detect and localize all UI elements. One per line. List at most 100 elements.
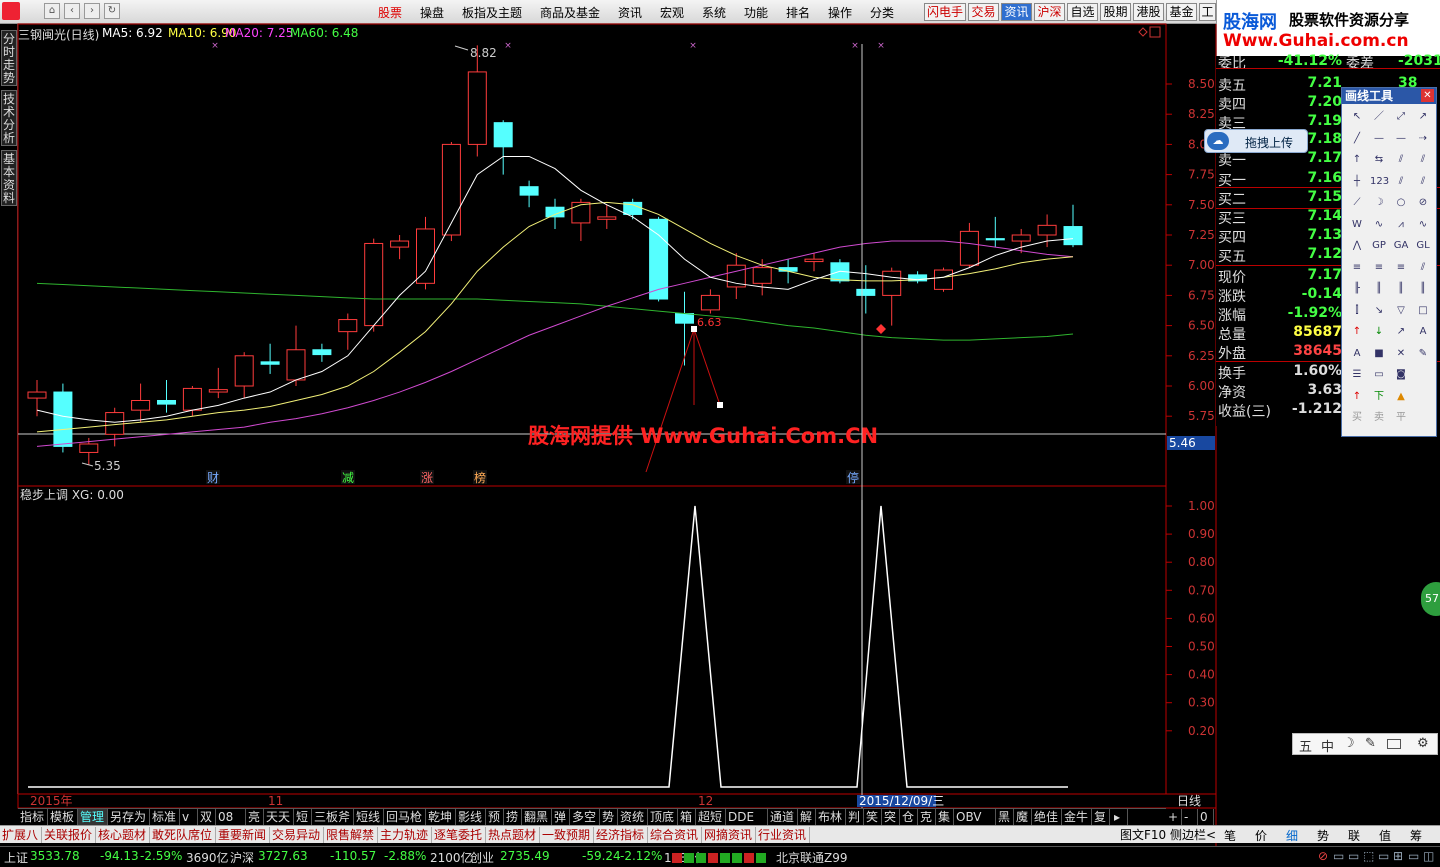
tray-icon[interactable]: ⊘ (1318, 849, 1328, 863)
quote-tab[interactable]: 势 (1317, 827, 1329, 844)
draw-tool-icon[interactable]: GP (1370, 237, 1388, 255)
pane-restore-icon[interactable] (1149, 26, 1161, 38)
quote-tab[interactable]: 细 (1286, 827, 1298, 844)
draw-tool-icon[interactable]: ║ (1392, 280, 1410, 298)
indicator-tab[interactable]: v (180, 809, 198, 825)
indicator-tab[interactable]: 魔 (1014, 809, 1032, 825)
indicator-tab[interactable]: 预 (486, 809, 504, 825)
draw-tool-icon[interactable]: A (1414, 323, 1432, 341)
indicator-tab[interactable]: 捞 (504, 809, 522, 825)
tray-icon[interactable]: ▭ (1408, 849, 1419, 863)
indicator-tab[interactable]: DDE (726, 809, 768, 825)
indicator-tab[interactable]: 顶底 (648, 809, 678, 825)
draw-tool-icon[interactable]: ■ (1370, 345, 1388, 363)
indicator-tab[interactable]: 金牛 (1062, 809, 1092, 825)
draw-tool-icon[interactable]: GL (1414, 237, 1432, 255)
draw-tool-icon[interactable]: ✎ (1414, 345, 1432, 363)
info-tab[interactable]: 重要新闻 (216, 827, 270, 843)
draw-tool-icon[interactable]: ↑ (1348, 151, 1366, 169)
tray-icon[interactable]: ⊞ (1393, 849, 1403, 863)
draw-tool-icon[interactable]: ↖ (1348, 108, 1366, 126)
info-tab[interactable]: 扩展八 (0, 827, 42, 843)
trade-signal-icon[interactable]: ▲ (1392, 388, 1410, 406)
indicator-tab[interactable]: 势 (600, 809, 618, 825)
indicator-tab[interactable]: 三板斧 (312, 809, 354, 825)
draw-tool-icon[interactable]: ↘ (1370, 302, 1388, 320)
indicator-tab[interactable]: 通道 (768, 809, 798, 825)
draw-tool-icon[interactable]: ⫽ (1414, 259, 1432, 277)
info-tab[interactable]: 逐笔委托 (432, 827, 486, 843)
indicator-tab[interactable]: 模板 (48, 809, 78, 825)
draw-tool-icon[interactable]: ╱ (1348, 130, 1366, 148)
draw-tool-icon[interactable]: ≡ (1348, 259, 1366, 277)
draw-tool-icon[interactable]: — (1370, 130, 1388, 148)
indicator-tab[interactable]: OBV (954, 809, 996, 825)
draw-tool-icon[interactable]: ⫿ (1348, 302, 1366, 320)
draw-tool-icon[interactable]: ↗ (1392, 323, 1410, 341)
draw-tool-icon[interactable]: ∿ (1370, 216, 1388, 234)
indicator-tab[interactable]: 仓 (900, 809, 918, 825)
draw-tool-icon[interactable]: ║ (1370, 280, 1388, 298)
draw-tool-icon[interactable]: ☽ (1370, 194, 1388, 212)
draw-tool-icon[interactable]: ✕ (1392, 345, 1410, 363)
f10-toggle[interactable]: 图文F10 (1118, 827, 1168, 843)
draw-tool-icon[interactable]: ◙ (1392, 366, 1410, 384)
draw-tool-icon[interactable]: ╟ (1348, 280, 1366, 298)
indicator-tab[interactable]: 短线 (354, 809, 384, 825)
indicator-tab[interactable]: 解 (798, 809, 816, 825)
indicator-tab[interactable]: 集 (936, 809, 954, 825)
indicator-tab[interactable]: 黑 (996, 809, 1014, 825)
indicator-tab[interactable]: 天天 (264, 809, 294, 825)
trade-tool[interactable]: 买 (1348, 409, 1366, 427)
info-tab[interactable]: 热点题材 (486, 827, 540, 843)
indicator-tab[interactable]: 箱 (678, 809, 696, 825)
draw-tool-icon[interactable]: ⫽ (1414, 151, 1432, 169)
trade-tool[interactable]: 平 (1392, 409, 1410, 427)
draw-tool-icon[interactable]: ⇢ (1414, 130, 1432, 148)
indicator-tab[interactable]: 判 (846, 809, 864, 825)
indicator-tab[interactable]: 突 (882, 809, 900, 825)
indicator-tab[interactable]: 指标 (18, 809, 48, 825)
indicator-tab[interactable]: 弹 (552, 809, 570, 825)
indicator-tab[interactable]: 亮 (246, 809, 264, 825)
indicator-tab[interactable]: 影线 (456, 809, 486, 825)
info-tab[interactable]: 经济指标 (594, 827, 648, 843)
info-tab[interactable]: 一致预期 (540, 827, 594, 843)
draw-tool-icon[interactable]: ┼ (1348, 173, 1366, 191)
info-tab[interactable]: 关联报价 (42, 827, 96, 843)
info-tab[interactable]: 网摘资讯 (702, 827, 756, 843)
draw-tool-icon[interactable]: ☰ (1348, 366, 1366, 384)
indicator-tab[interactable]: 双 (198, 809, 216, 825)
draw-tool-icon[interactable]: ⋀ (1348, 237, 1366, 255)
draw-tool-icon[interactable]: ／ (1370, 108, 1388, 126)
draw-tool-icon[interactable]: ║ (1414, 280, 1432, 298)
info-tab[interactable]: 主力轨迹 (378, 827, 432, 843)
indicator-tab[interactable]: 资统 (618, 809, 648, 825)
indicator-tab[interactable]: 超短 (696, 809, 726, 825)
draw-tool-icon[interactable]: A (1348, 345, 1366, 363)
float-chip-item[interactable]: ✎ (1365, 736, 1376, 751)
quote-tab[interactable]: 笔 (1224, 827, 1236, 844)
tabs-scroll-right-icon[interactable]: ▸ (1112, 809, 1128, 825)
close-icon[interactable]: ✕ (1421, 89, 1434, 102)
indicator-tab[interactable]: 短 (294, 809, 312, 825)
draw-tool-icon[interactable]: ⫽ (1392, 173, 1410, 191)
quote-tab[interactable]: 筹 (1410, 827, 1422, 844)
float-chip-item[interactable]: 五 (1299, 736, 1312, 755)
indicator-tab[interactable]: 绝佳 (1032, 809, 1062, 825)
pane-diamond-icon[interactable] (1138, 27, 1148, 37)
draw-tool-icon[interactable]: ⇆ (1370, 151, 1388, 169)
draw-tool-icon[interactable]: ↓ (1370, 323, 1388, 341)
draw-tool-icon[interactable]: — (1392, 130, 1410, 148)
draw-tool-icon[interactable]: ↗ (1414, 108, 1432, 126)
draw-tool-icon[interactable]: ↑ (1348, 323, 1366, 341)
draw-tool-icon[interactable]: ≡ (1392, 259, 1410, 277)
quote-tab[interactable]: 联 (1348, 827, 1360, 844)
info-tab[interactable]: 敢死队席位 (150, 827, 216, 843)
draw-tool-icon[interactable]: ▽ (1392, 302, 1410, 320)
draw-tool-icon[interactable]: ⊘ (1414, 194, 1432, 212)
trade-signal-icon[interactable]: 下 (1370, 388, 1388, 406)
indicator-tab[interactable]: 08 (216, 809, 246, 825)
draw-tool-icon[interactable]: □ (1414, 302, 1432, 320)
tray-icon[interactable]: ▭ (1378, 849, 1389, 863)
